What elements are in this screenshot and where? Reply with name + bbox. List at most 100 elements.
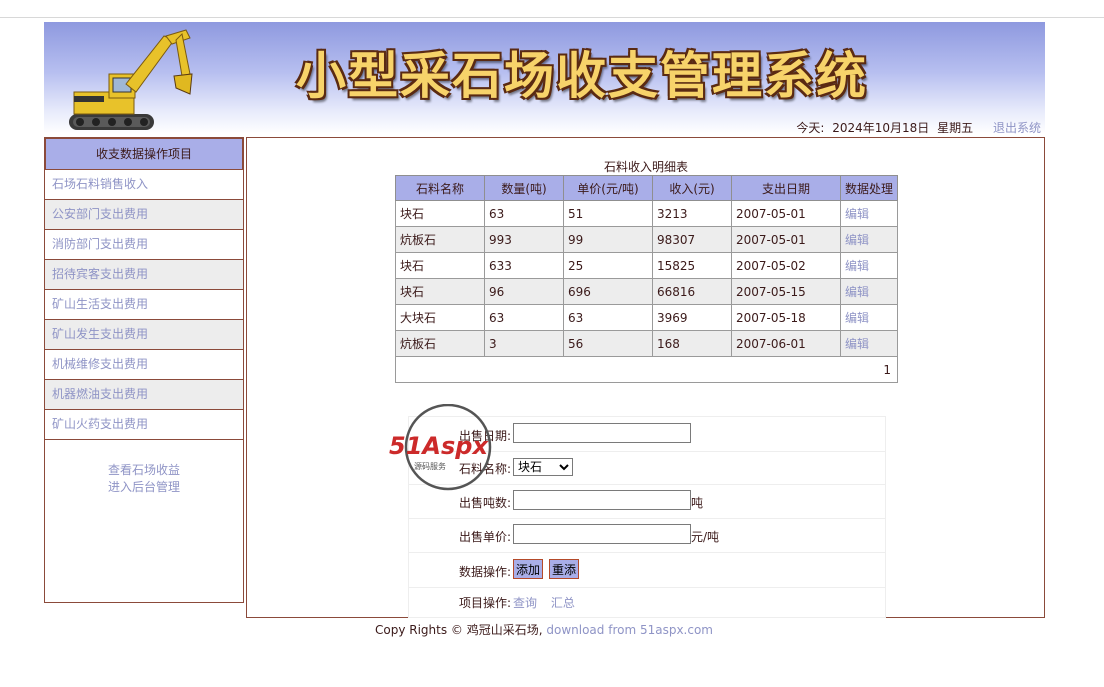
cell-quantity: 63 — [484, 304, 564, 331]
cell-date: 2007-05-02 — [731, 252, 841, 279]
table-row: 块石 96 696 66816 2007-05-15 编辑 — [395, 278, 898, 305]
sidebar: 收支数据操作项目 石场石料销售收入 公安部门支出费用 消防部门支出费用 招待宾客… — [44, 137, 244, 603]
cell-date: 2007-05-15 — [731, 278, 841, 305]
summary-link[interactable]: 汇总 — [551, 596, 575, 610]
main-panel: 石料收入明细表 石料名称 数量(吨) 单价(元/吨) 收入(元) 支出日期 数据… — [246, 137, 1045, 618]
col-quantity: 数量(吨) — [484, 175, 564, 201]
cell-date: 2007-06-01 — [731, 330, 841, 357]
cell-quantity: 993 — [484, 226, 564, 253]
col-stone-name: 石料名称 — [395, 175, 485, 201]
cell-quantity: 96 — [484, 278, 564, 305]
project-label: 项目操作: — [458, 596, 511, 610]
sidebar-item-guests[interactable]: 招待宾客支出费用 — [45, 260, 243, 290]
logout-link[interactable]: 退出系统 — [993, 121, 1041, 134]
cell-price: 56 — [563, 330, 653, 357]
top-divider — [0, 17, 1104, 18]
form-row-price: 出售单价: 元/吨 — [409, 518, 885, 553]
cell-income: 168 — [652, 330, 732, 357]
cell-date: 2007-05-01 — [731, 200, 841, 227]
tons-input[interactable] — [513, 490, 691, 510]
cell-stone: 大块石 — [395, 304, 485, 331]
table-row: 炕板石 3 56 168 2007-06-01 编辑 — [395, 330, 898, 357]
cell-income: 66816 — [652, 278, 732, 305]
form-row-project: 项目操作: 查询 汇总 — [409, 587, 885, 616]
footer-copyright: Copy Rights © 鸡冠山采石场, — [374, 623, 543, 637]
col-income: 收入(元) — [652, 175, 732, 201]
sidebar-item-explosives[interactable]: 矿山火药支出费用 — [45, 410, 243, 440]
sidebar-item-mine-expense[interactable]: 矿山发生支出费用 — [45, 320, 243, 350]
edit-link[interactable]: 编辑 — [840, 226, 898, 253]
current-weekday: 星期五 — [937, 121, 974, 134]
cell-quantity: 633 — [484, 252, 564, 279]
add-button[interactable]: 添加 — [513, 559, 544, 579]
watermark-logo: 51Aspx 源码服务 — [389, 404, 492, 491]
today-label: 今天: — [796, 121, 825, 134]
cell-date: 2007-05-18 — [731, 304, 841, 331]
table-row: 大块石 63 63 3969 2007-05-18 编辑 — [395, 304, 898, 331]
cell-income: 15825 — [652, 252, 732, 279]
table-row: 炕板石 993 99 98307 2007-05-01 编辑 — [395, 226, 898, 253]
sale-date-input[interactable] — [513, 423, 691, 443]
cell-date: 2007-05-01 — [731, 226, 841, 253]
col-unit-price: 单价(元/吨) — [563, 175, 653, 201]
income-table: 石料名称 数量(吨) 单价(元/吨) 收入(元) 支出日期 数据处理 块石 63… — [395, 175, 898, 383]
sidebar-item-repair[interactable]: 机械维修支出费用 — [45, 350, 243, 380]
watermark-brand: 51Aspx — [389, 432, 489, 460]
sidebar-item-stone-sales[interactable]: 石场石料销售收入 — [45, 170, 243, 200]
ops-label: 数据操作: — [458, 565, 511, 579]
cell-quantity: 63 — [484, 200, 564, 227]
footer: Copy Rights © 鸡冠山采石场, download from 51as… — [0, 621, 1088, 638]
table-row: 块石 633 25 15825 2007-05-02 编辑 — [395, 252, 898, 279]
cell-quantity: 3 — [484, 330, 564, 357]
cell-income: 3969 — [652, 304, 732, 331]
price-label: 出售单价: — [458, 530, 511, 544]
cell-stone: 块石 — [395, 200, 485, 227]
footer-download-link[interactable]: download from 51aspx.com — [546, 623, 713, 637]
date-bar: 今天: 2024年10月18日 星期五 退出系统 — [792, 119, 1041, 134]
col-action: 数据处理 — [840, 175, 898, 201]
query-link[interactable]: 查询 — [513, 596, 537, 610]
price-input[interactable] — [513, 524, 691, 544]
sidebar-heading: 收支数据操作项目 — [45, 138, 243, 170]
pager-page-1[interactable]: 1 — [395, 356, 898, 383]
sidebar-item-fuel[interactable]: 机器燃油支出费用 — [45, 380, 243, 410]
tons-unit: 吨 — [691, 496, 704, 510]
edit-link[interactable]: 编辑 — [840, 304, 898, 331]
current-date: 2024年10月18日 — [832, 121, 930, 134]
cell-stone: 块石 — [395, 252, 485, 279]
cell-stone: 炕板石 — [395, 330, 485, 357]
table-row: 块石 63 51 3213 2007-05-01 编辑 — [395, 200, 898, 227]
cell-price: 63 — [563, 304, 653, 331]
app-title: 小型采石场收支管理系统 — [296, 47, 868, 105]
cell-price: 99 — [563, 226, 653, 253]
watermark-sub: 源码服务 — [414, 461, 446, 471]
header-banner: 小型采石场收支管理系统 今天: 2024年10月18日 星期五 退出系统 — [44, 22, 1045, 134]
view-earnings-link[interactable]: 查看石场收益 — [45, 462, 243, 479]
cell-income: 98307 — [652, 226, 732, 253]
edit-link[interactable]: 编辑 — [840, 252, 898, 279]
col-date: 支出日期 — [731, 175, 841, 201]
sidebar-item-fire[interactable]: 消防部门支出费用 — [45, 230, 243, 260]
cell-stone: 块石 — [395, 278, 485, 305]
form-row-ops: 数据操作: 添加 重添 — [409, 552, 885, 588]
edit-link[interactable]: 编辑 — [840, 330, 898, 357]
admin-link[interactable]: 进入后台管理 — [45, 479, 243, 496]
cell-price: 696 — [563, 278, 653, 305]
cell-price: 25 — [563, 252, 653, 279]
table-caption: 石料收入明细表 — [603, 160, 688, 174]
edit-link[interactable]: 编辑 — [840, 278, 898, 305]
stone-select[interactable]: 块石 — [513, 458, 573, 476]
sidebar-item-police[interactable]: 公安部门支出费用 — [45, 200, 243, 230]
table-header-row: 石料名称 数量(吨) 单价(元/吨) 收入(元) 支出日期 数据处理 — [395, 175, 898, 201]
cell-price: 51 — [563, 200, 653, 227]
price-unit: 元/吨 — [691, 530, 720, 544]
cell-stone: 炕板石 — [395, 226, 485, 253]
pager-row: 1 — [395, 356, 898, 383]
sidebar-item-living[interactable]: 矿山生活支出费用 — [45, 290, 243, 320]
reset-button[interactable]: 重添 — [549, 559, 580, 579]
sidebar-links: 查看石场收益 进入后台管理 — [45, 462, 243, 496]
cell-income: 3213 — [652, 200, 732, 227]
excavator-icon — [69, 29, 193, 130]
tons-label: 出售吨数: — [458, 496, 511, 510]
edit-link[interactable]: 编辑 — [840, 200, 898, 227]
